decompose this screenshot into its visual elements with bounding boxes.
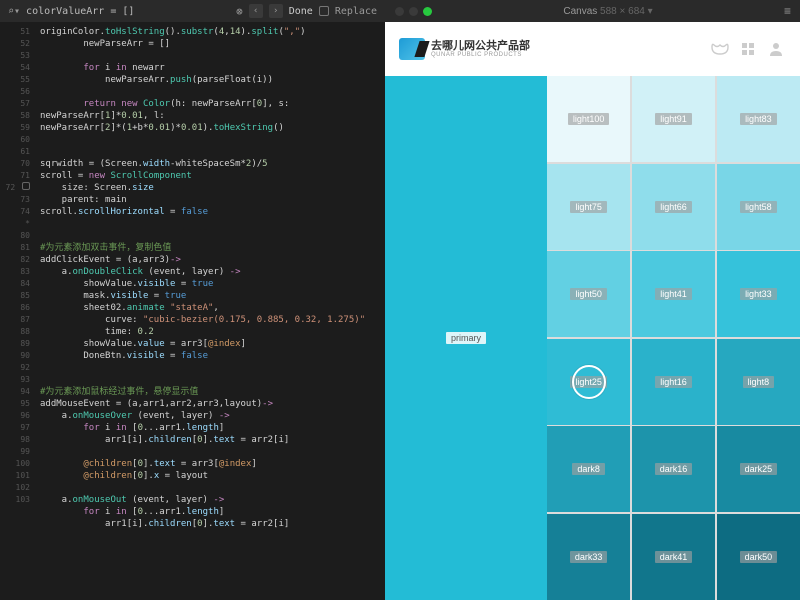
swatch-label: light75 [570, 201, 607, 213]
swatch-light83[interactable]: light83 [717, 76, 800, 162]
next-match-button[interactable]: › [269, 4, 283, 18]
swatch-dark33[interactable]: dark33 [547, 514, 630, 600]
palette-grid: primary light100 light91 light83 light75 lig… [385, 76, 800, 600]
swatch-label: light66 [655, 201, 692, 213]
swatch-label: light91 [655, 113, 692, 125]
swatch-label: light41 [655, 288, 692, 300]
swatch-label: dark8 [572, 463, 605, 475]
brand-subtitle: QUNAR PUBLIC PRODUCTS [431, 52, 530, 58]
maximize-icon[interactable] [423, 7, 432, 16]
swatch-light75[interactable]: light75 [547, 164, 630, 250]
swatch-light33[interactable]: light33 [717, 251, 800, 337]
swatch-label: dark25 [740, 463, 778, 475]
swatch-label: dark50 [740, 551, 778, 563]
swatch-dark41[interactable]: dark41 [632, 514, 715, 600]
swatch-light16[interactable]: light16 [632, 339, 715, 425]
prev-match-button[interactable]: ‹ [249, 4, 263, 18]
swatch-light50[interactable]: light50 [547, 251, 630, 337]
close-icon[interactable] [395, 7, 404, 16]
logo-mark-icon [399, 38, 425, 60]
primary-swatch[interactable]: primary [385, 76, 547, 600]
clear-search-icon[interactable]: ⊗ [236, 5, 243, 18]
swatch-label: dark41 [655, 551, 693, 563]
code-editor-pane: ⌕▾ colorValueArr = [] ⊗ ‹ › Done Replace… [0, 0, 385, 600]
swatch-label: light8 [743, 376, 775, 388]
replace-checkbox[interactable] [319, 6, 329, 16]
swatch-light66[interactable]: light66 [632, 164, 715, 250]
search-icon: ⌕▾ [8, 6, 20, 17]
done-button[interactable]: Done [289, 6, 313, 17]
preview-pane: Canvas 588 × 684 ▾ ≡ 去哪儿网公共产品部 QUNAR PUB… [385, 0, 800, 600]
swatch-dark25[interactable]: dark25 [717, 426, 800, 512]
swatch-label: light33 [740, 288, 777, 300]
code-content[interactable]: originColor.toHslString().substr(4,14).s… [36, 22, 385, 600]
preview-titlebar: Canvas 588 × 684 ▾ ≡ [385, 0, 800, 22]
swatch-label: light58 [740, 201, 777, 213]
swatch-dark16[interactable]: dark16 [632, 426, 715, 512]
swatch-light41[interactable]: light41 [632, 251, 715, 337]
swatch-dark50[interactable]: dark50 [717, 514, 800, 600]
canvas-title: Canvas 588 × 684 ▾ [438, 6, 778, 17]
brand-header: 去哪儿网公共产品部 QUNAR PUBLIC PRODUCTS [385, 22, 800, 76]
swatch-light58[interactable]: light58 [717, 164, 800, 250]
minimize-icon[interactable] [409, 7, 418, 16]
grid-icon[interactable] [738, 39, 758, 59]
swatch-light8[interactable]: light8 [717, 339, 800, 425]
editor-search-bar: ⌕▾ colorValueArr = [] ⊗ ‹ › Done Replace [0, 0, 385, 22]
swatch-label: light100 [568, 113, 610, 125]
swatch-label: light83 [740, 113, 777, 125]
swatch-light91[interactable]: light91 [632, 76, 715, 162]
selection-ring-icon [572, 365, 606, 399]
traffic-lights [395, 7, 432, 16]
swatch-label: primary [446, 332, 486, 344]
logo: 去哪儿网公共产品部 QUNAR PUBLIC PRODUCTS [399, 38, 530, 60]
replace-label: Replace [335, 6, 377, 17]
menu-icon[interactable]: ≡ [784, 4, 790, 18]
brand-title: 去哪儿网公共产品部 [431, 41, 530, 52]
line-gutter: 5152535455565758596061707172 7374*808182… [0, 22, 36, 600]
swatch-light100[interactable]: light100 [547, 76, 630, 162]
user-icon[interactable] [766, 39, 786, 59]
swatch-light25[interactable]: light25 [547, 339, 630, 425]
swatch-label: dark33 [570, 551, 608, 563]
swatch-label: light50 [570, 288, 607, 300]
search-input[interactable]: colorValueArr = [] [26, 6, 230, 17]
swatch-label: dark16 [655, 463, 693, 475]
swatch-label: light16 [655, 376, 692, 388]
swatch-dark8[interactable]: dark8 [547, 426, 630, 512]
pretzel-icon[interactable] [710, 39, 730, 59]
